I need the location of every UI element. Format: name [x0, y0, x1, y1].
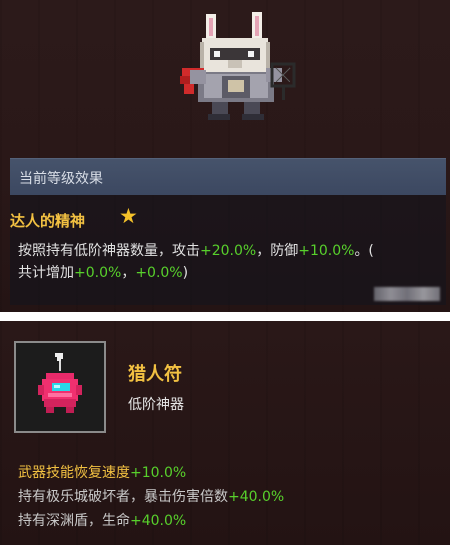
item-effect-2: 持有极乐城破坏者，暴击伤害倍数+40.0%	[18, 489, 285, 505]
talent-description: 按照持有低阶神器数量，攻击+20.0%，防御+10.0%。( 共计增加+0.0%…	[18, 240, 440, 284]
star-icon: ★	[119, 204, 138, 228]
description-line-1: 按照持有低阶神器数量，攻击+20.0%，防御+10.0%。(	[18, 243, 374, 259]
effect-header: 当前等级效果	[10, 159, 446, 195]
attack-bonus-value: +20.0%	[200, 243, 257, 259]
talent-panel: 当前等级效果 达人的精神 ★ 按照持有低阶神器数量，攻击+20.0%，防御+10…	[0, 0, 450, 312]
item-icon-frame[interactable]	[14, 341, 106, 433]
item-type: 低阶神器	[128, 397, 184, 413]
total-attack-value: +0.0%	[74, 265, 122, 281]
item-effect-3: 持有深渊盾，生命+40.0%	[18, 513, 187, 529]
item-effect-1: 武器技能恢复速度+10.0%	[18, 465, 187, 481]
blurred-watermark	[374, 287, 440, 301]
screenshot-divider	[0, 312, 450, 321]
talent-name: 达人的精神	[10, 212, 86, 230]
item-panel: 猎人符 低阶神器 武器技能恢复速度+10.0% 持有极乐城破坏者，暴击伤害倍数+…	[0, 321, 450, 545]
item-name: 猎人符	[128, 364, 182, 385]
effect-header-title: 当前等级效果	[19, 171, 103, 187]
description-line-2: 共计增加+0.0%，+0.0%)	[18, 265, 189, 281]
defense-bonus-value: +10.0%	[298, 243, 355, 259]
total-defense-value: +0.0%	[135, 265, 183, 281]
rabbit-knight-portrait-icon	[180, 12, 296, 120]
pink-creature-charm-icon	[38, 353, 82, 413]
